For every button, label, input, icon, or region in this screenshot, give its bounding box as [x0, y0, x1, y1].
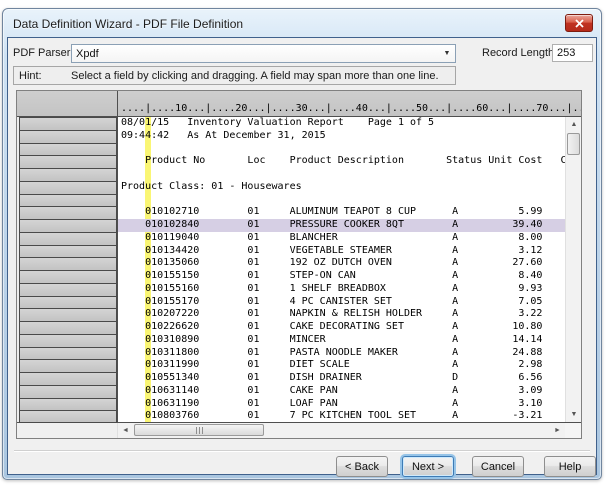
- window-title: Data Definition Wizard - PDF File Defini…: [13, 17, 243, 31]
- cancel-button[interactable]: Cancel: [472, 456, 524, 477]
- scroll-down-button[interactable]: ▼: [566, 407, 582, 422]
- record-length-input[interactable]: 253: [552, 44, 593, 62]
- row-selector-cell[interactable]: [19, 168, 117, 181]
- row-selector-cell[interactable]: [19, 143, 117, 156]
- row-selector-cell[interactable]: [19, 410, 117, 423]
- horizontal-scrollbar[interactable]: ◄ ►: [17, 423, 581, 438]
- row-selector-cell[interactable]: [19, 232, 117, 245]
- row-selector-column: [17, 117, 118, 422]
- row-selector-cell[interactable]: [19, 334, 117, 347]
- hint-label: Hint:: [14, 70, 71, 82]
- row-selector-cell[interactable]: [19, 270, 117, 283]
- help-button-label: Help: [559, 461, 582, 473]
- next-button[interactable]: Next >: [402, 456, 454, 477]
- row-selector-cell[interactable]: [19, 206, 117, 219]
- wizard-dialog: Data Definition Wizard - PDF File Defini…: [2, 8, 602, 480]
- vertical-scrollbar[interactable]: ▲ ▼: [565, 117, 581, 422]
- scrollbar-spacer: [17, 423, 118, 438]
- separator: [14, 450, 590, 452]
- row-selector-cell[interactable]: [19, 385, 117, 398]
- report-text: 08/01/15 Inventory Valuation Report Page…: [118, 117, 565, 422]
- scroll-down-icon: ▼: [571, 411, 578, 418]
- pdf-parser-select[interactable]: Xpdf ▼: [71, 44, 456, 63]
- vertical-scrollbar-thumb[interactable]: [567, 133, 580, 155]
- row-selector-cell[interactable]: [19, 347, 117, 360]
- row-selector-cell[interactable]: [19, 308, 117, 321]
- record-length-label: Record Length: [482, 47, 554, 59]
- row-selector-cell[interactable]: [19, 372, 117, 385]
- pdf-parser-value: Xpdf: [72, 48, 439, 60]
- h-scrollbar-grip-icon: [202, 427, 203, 434]
- close-button[interactable]: [565, 14, 593, 32]
- h-scrollbar-grip-icon: [199, 427, 200, 434]
- scroll-left-button[interactable]: ◄: [118, 423, 133, 438]
- row-selector-cell[interactable]: [19, 155, 117, 168]
- close-icon: [575, 19, 584, 28]
- pdf-preview-text[interactable]: 08/01/15 Inventory Valuation Report Page…: [118, 117, 565, 422]
- row-selector-cell[interactable]: [19, 257, 117, 270]
- horizontal-scrollbar-track[interactable]: [133, 423, 550, 438]
- row-selector-cell[interactable]: [19, 194, 117, 207]
- ruler-row: ....|....10...|....20...|....30...|....4…: [17, 91, 581, 117]
- horizontal-scrollbar-thumb[interactable]: [134, 424, 264, 436]
- scroll-left-icon: ◄: [122, 427, 129, 434]
- row-selector-cell[interactable]: [19, 283, 117, 296]
- row-selector-cell[interactable]: [19, 296, 117, 309]
- chevron-down-icon: ▼: [439, 50, 455, 57]
- scroll-up-button[interactable]: ▲: [566, 117, 582, 132]
- row-selector-cell[interactable]: [19, 398, 117, 411]
- row-selector-cell[interactable]: [19, 321, 117, 334]
- column-ruler: ....|....10...|....20...|....30...|....4…: [121, 103, 581, 115]
- scroll-up-icon: ▲: [571, 121, 578, 128]
- row-selector-cell[interactable]: [19, 359, 117, 372]
- hint-text: Select a field by clicking and dragging.…: [71, 70, 439, 82]
- scroll-right-icon: ►: [554, 427, 561, 434]
- titlebar[interactable]: Data Definition Wizard - PDF File Defini…: [3, 9, 601, 37]
- row-selector-cell[interactable]: [19, 245, 117, 258]
- row-selector-cell[interactable]: [19, 117, 117, 130]
- h-scrollbar-grip-icon: [196, 427, 197, 434]
- cancel-button-label: Cancel: [481, 461, 515, 473]
- row-selector-cell[interactable]: [19, 181, 117, 194]
- row-selector-cell[interactable]: [19, 130, 117, 143]
- record-length-value: 253: [557, 47, 575, 59]
- back-button[interactable]: < Back: [336, 456, 388, 477]
- next-button-label: Next >: [412, 461, 444, 473]
- scrollbar-corner: [565, 423, 581, 438]
- help-button[interactable]: Help: [544, 456, 596, 477]
- dialog-content: PDF Parser Xpdf ▼ Record Length 253 Hint…: [7, 37, 597, 475]
- pdf-preview-panel: ....|....10...|....20...|....30...|....4…: [16, 90, 582, 439]
- scroll-right-button[interactable]: ►: [550, 423, 565, 438]
- hint-panel: Hint: Select a field by clicking and dra…: [13, 66, 456, 85]
- row-selector-cell[interactable]: [19, 219, 117, 232]
- back-button-label: < Back: [345, 461, 379, 473]
- pdf-parser-label: PDF Parser: [13, 47, 70, 59]
